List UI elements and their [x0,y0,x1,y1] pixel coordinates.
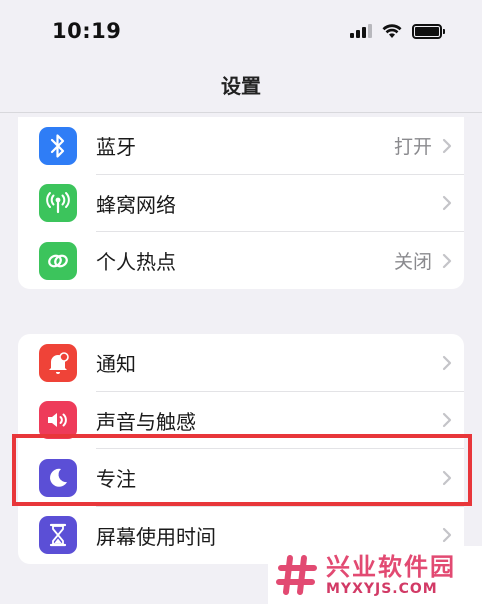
cellular-icon-tile [39,184,77,223]
settings-row-label: 屏幕使用时间 [96,524,216,549]
watermark-chinese: 兴业软件园 [326,552,456,581]
chevron-right-icon [442,355,452,370]
hotspot-icon-tile [39,241,77,280]
page-title: 设置 [221,74,261,98]
bluetooth-icon [50,134,65,158]
cellular-icon [46,192,70,214]
hourglass-icon [49,524,67,547]
settings-row-value: 打开 [393,136,432,159]
watermark: 兴业软件园 MYXYJS.COM [268,546,482,604]
header-divider [0,112,482,113]
settings-row-hotspot[interactable]: 个人热点 关闭 [18,232,464,289]
settings-row-notifications[interactable]: 通知 [18,334,464,392]
hotspot-icon [48,254,68,268]
chevron-right-icon [442,196,452,211]
cellular-signal-icon [350,24,372,38]
speaker-icon [48,413,67,428]
settings-row-cellular[interactable]: 蜂窝网络 [18,175,464,232]
settings-row-label: 个人热点 [96,250,176,275]
bluetooth-icon-tile [39,126,77,165]
chevron-right-icon [442,413,452,428]
settings-row-label: 声音与触感 [96,409,196,434]
chevron-right-icon [442,253,452,268]
status-time: 10:19 [52,19,122,43]
chevron-right-icon [442,138,452,153]
settings-row-label: 通知 [96,352,136,377]
notification-bell-icon [49,351,69,374]
hash-logo-icon [276,555,317,595]
battery-icon [412,23,445,39]
chevron-right-icon [442,528,452,543]
settings-row-bluetooth[interactable]: 蓝牙 打开 [18,117,464,175]
hourglass-icon-tile [39,516,77,555]
notification-icon-tile [39,343,77,382]
focus-row-highlight-box [12,434,472,506]
status-icons [350,23,445,39]
wifi-icon [382,23,402,38]
settings-row-label: 蓝牙 [96,135,136,160]
watermark-url: MYXYJS.COM [326,580,438,597]
settings-row-label: 蜂窝网络 [96,192,176,217]
settings-group-connectivity: 蓝牙 打开 蜂窝网络 个人热点 关闭 [18,117,464,289]
status-bar: 10:19 [0,0,482,62]
settings-row-value: 关闭 [393,251,432,274]
